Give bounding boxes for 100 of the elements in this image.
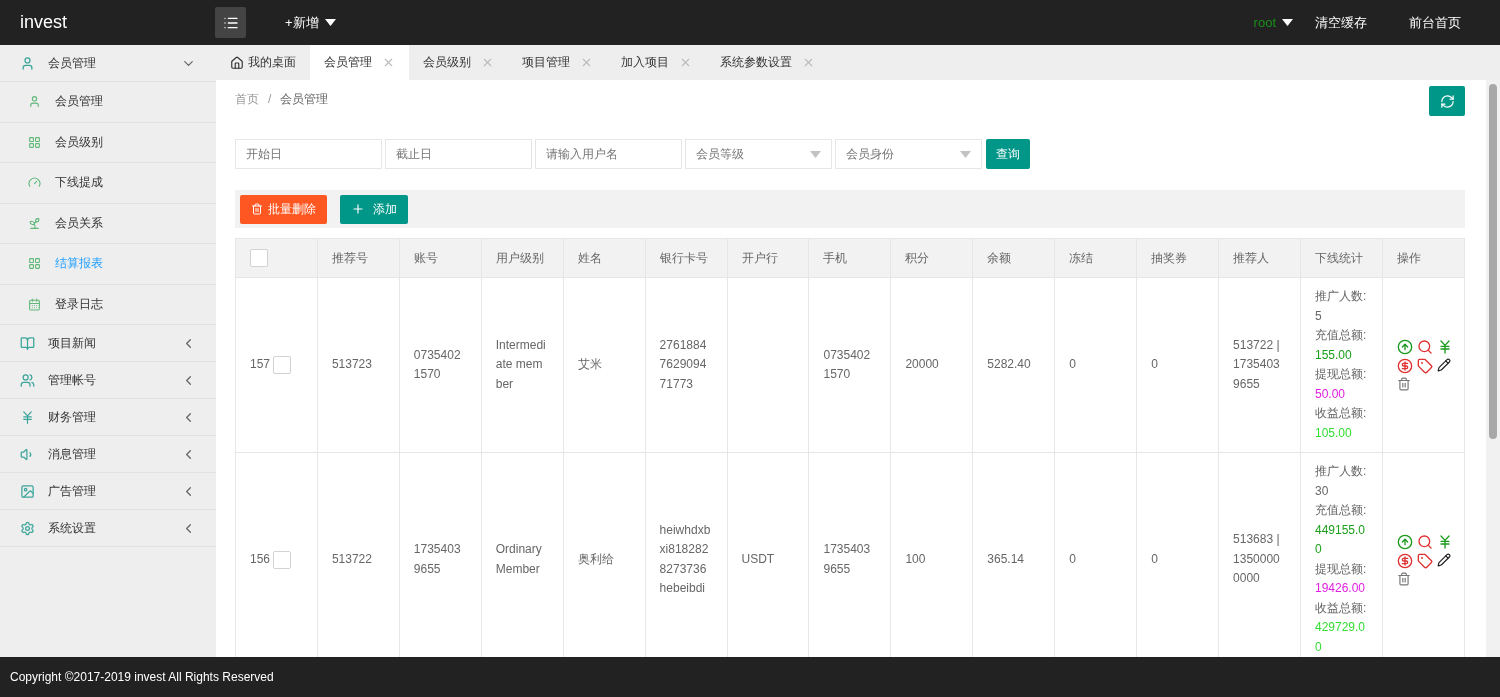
sidebar-group[interactable]: 财务管理 [0,399,216,436]
filter-select[interactable]: 会员身份 [835,139,982,169]
tag-icon[interactable] [1416,552,1433,569]
table-cell: 0 [1136,277,1219,453]
column-header: 姓名 [563,238,646,278]
column-header: 用户级别 [481,238,564,278]
grid-icon [28,257,41,271]
sidebar-item[interactable]: 会员关系 [0,203,216,244]
sprout-icon [28,216,41,230]
row-number: 157 [250,357,271,372]
filter-select[interactable]: 会员等级 [685,139,832,169]
trash-icon[interactable] [1396,571,1411,586]
column-header: 操作 [1382,238,1465,278]
header-link[interactable]: 前台首页 [1409,13,1461,32]
sidebar-group[interactable]: 广告管理 [0,473,216,510]
book-icon [20,335,35,351]
sidebar-group[interactable]: 项目新闻 [0,325,216,362]
header-link[interactable]: 清空缓存 [1315,13,1367,32]
stat-value: 155.00 [1315,346,1353,364]
page-tab[interactable]: 会员级别 [409,45,508,80]
menu-button[interactable] [215,7,246,38]
table-cell: 513723 [317,277,400,453]
stat-label: 推广人数: [1315,288,1368,305]
caret-icon [1282,19,1293,26]
caret-icon [324,19,336,26]
breadcrumb-separator: / [268,91,272,106]
search-icon[interactable] [1416,533,1433,550]
column-header: 冻结 [1054,238,1137,278]
caret-icon [810,150,821,158]
column-header: 抽奖券 [1136,238,1219,278]
row-checkbox[interactable] [273,356,292,375]
page-tab[interactable]: 项目管理 [508,45,607,80]
column-header: 开户行 [727,238,809,278]
grid-icon [28,135,41,149]
sidebar-group[interactable]: 系统设置 [0,510,216,547]
search-icon[interactable] [1416,339,1433,355]
copyright-text: Copyright ©2017-2019 invest All Rights Reserved [10,670,274,684]
table-cell: 艾米 [563,277,646,453]
stat-label: 充值总额: [1315,327,1368,344]
new-menu[interactable]: +新增 [285,13,336,32]
dollar-icon[interactable] [1396,358,1413,374]
stat-label: 充值总额: [1315,502,1368,519]
user-icon [20,55,35,71]
page-tab[interactable]: 加入项目 [607,45,706,80]
stat-label: 收益总额: [1315,405,1368,422]
sidebar-item[interactable]: 登录日志 [0,284,216,325]
column-header: 银行卡号 [645,238,728,278]
home-icon [230,55,244,70]
column-header: 推荐号 [317,238,400,278]
sidebar-item[interactable]: 下线提成 [0,163,216,204]
stat-label: 推广人数: [1315,463,1368,480]
table-cell: 07354021570 [399,277,482,453]
table-cell: 513722 | 17354039655 [1218,277,1301,453]
yen-icon [20,409,35,425]
sidebar-group[interactable]: 消息管理 [0,436,216,473]
pencil-icon[interactable] [1436,552,1451,567]
scrollbar[interactable] [1486,80,1500,657]
page-tab[interactable]: 我的桌面 [216,45,310,80]
sidebar-item[interactable]: 会员管理 [0,82,216,123]
caret-icon [960,150,971,158]
stat-value: 105.00 [1315,424,1353,442]
sidebar-group[interactable]: 管理帐号 [0,362,216,399]
page-tab[interactable]: 会员管理 [310,45,409,80]
stat-value: 19426.00 [1315,580,1367,597]
refresh-icon [1439,93,1455,109]
table-cell: 20000 [890,277,973,453]
column-header: 推荐人 [1218,238,1301,278]
app-logo: invest [19,12,69,33]
row-checkbox[interactable] [273,550,292,569]
search-button[interactable]: 查询 [986,139,1030,169]
stat-value: 50.00 [1315,385,1346,403]
user-icon [28,95,41,109]
filter-field[interactable]: 请输入用户名 [535,139,682,169]
column-header: 账号 [399,238,482,278]
pencil-icon[interactable] [1436,358,1451,372]
close-icon[interactable] [382,56,395,69]
gauge-icon [28,176,41,190]
stat-value: 429729.00 [1315,619,1367,656]
plus-icon [351,202,365,216]
trash-icon[interactable] [1396,377,1411,391]
filter-field[interactable]: 开始日 [235,139,382,169]
refresh-button[interactable] [1429,86,1465,116]
settings-icon [20,520,35,536]
user-menu[interactable]: root [1253,15,1293,30]
table-cell: Intermediate member [481,277,564,453]
sidebar-item[interactable]: 会员级别 [0,122,216,163]
filter-field[interactable]: 截止日 [385,139,532,169]
add-button[interactable]: 添加 [340,194,408,224]
select-all-checkbox[interactable] [250,249,268,267]
table-cell: 5282.40 [972,277,1055,453]
calendar-icon [28,297,41,311]
stat-value: 449155.00 [1315,521,1367,558]
dollar-icon[interactable] [1396,552,1413,569]
tag-icon[interactable] [1416,358,1433,374]
column-header: 下线统计 [1300,238,1383,278]
trash-icon [251,203,263,215]
table-cell: 0 [1054,277,1137,453]
row-number: 156 [250,551,271,566]
page-tab[interactable]: 系统参数设置 [706,45,829,80]
column-header: 余额 [972,238,1055,278]
